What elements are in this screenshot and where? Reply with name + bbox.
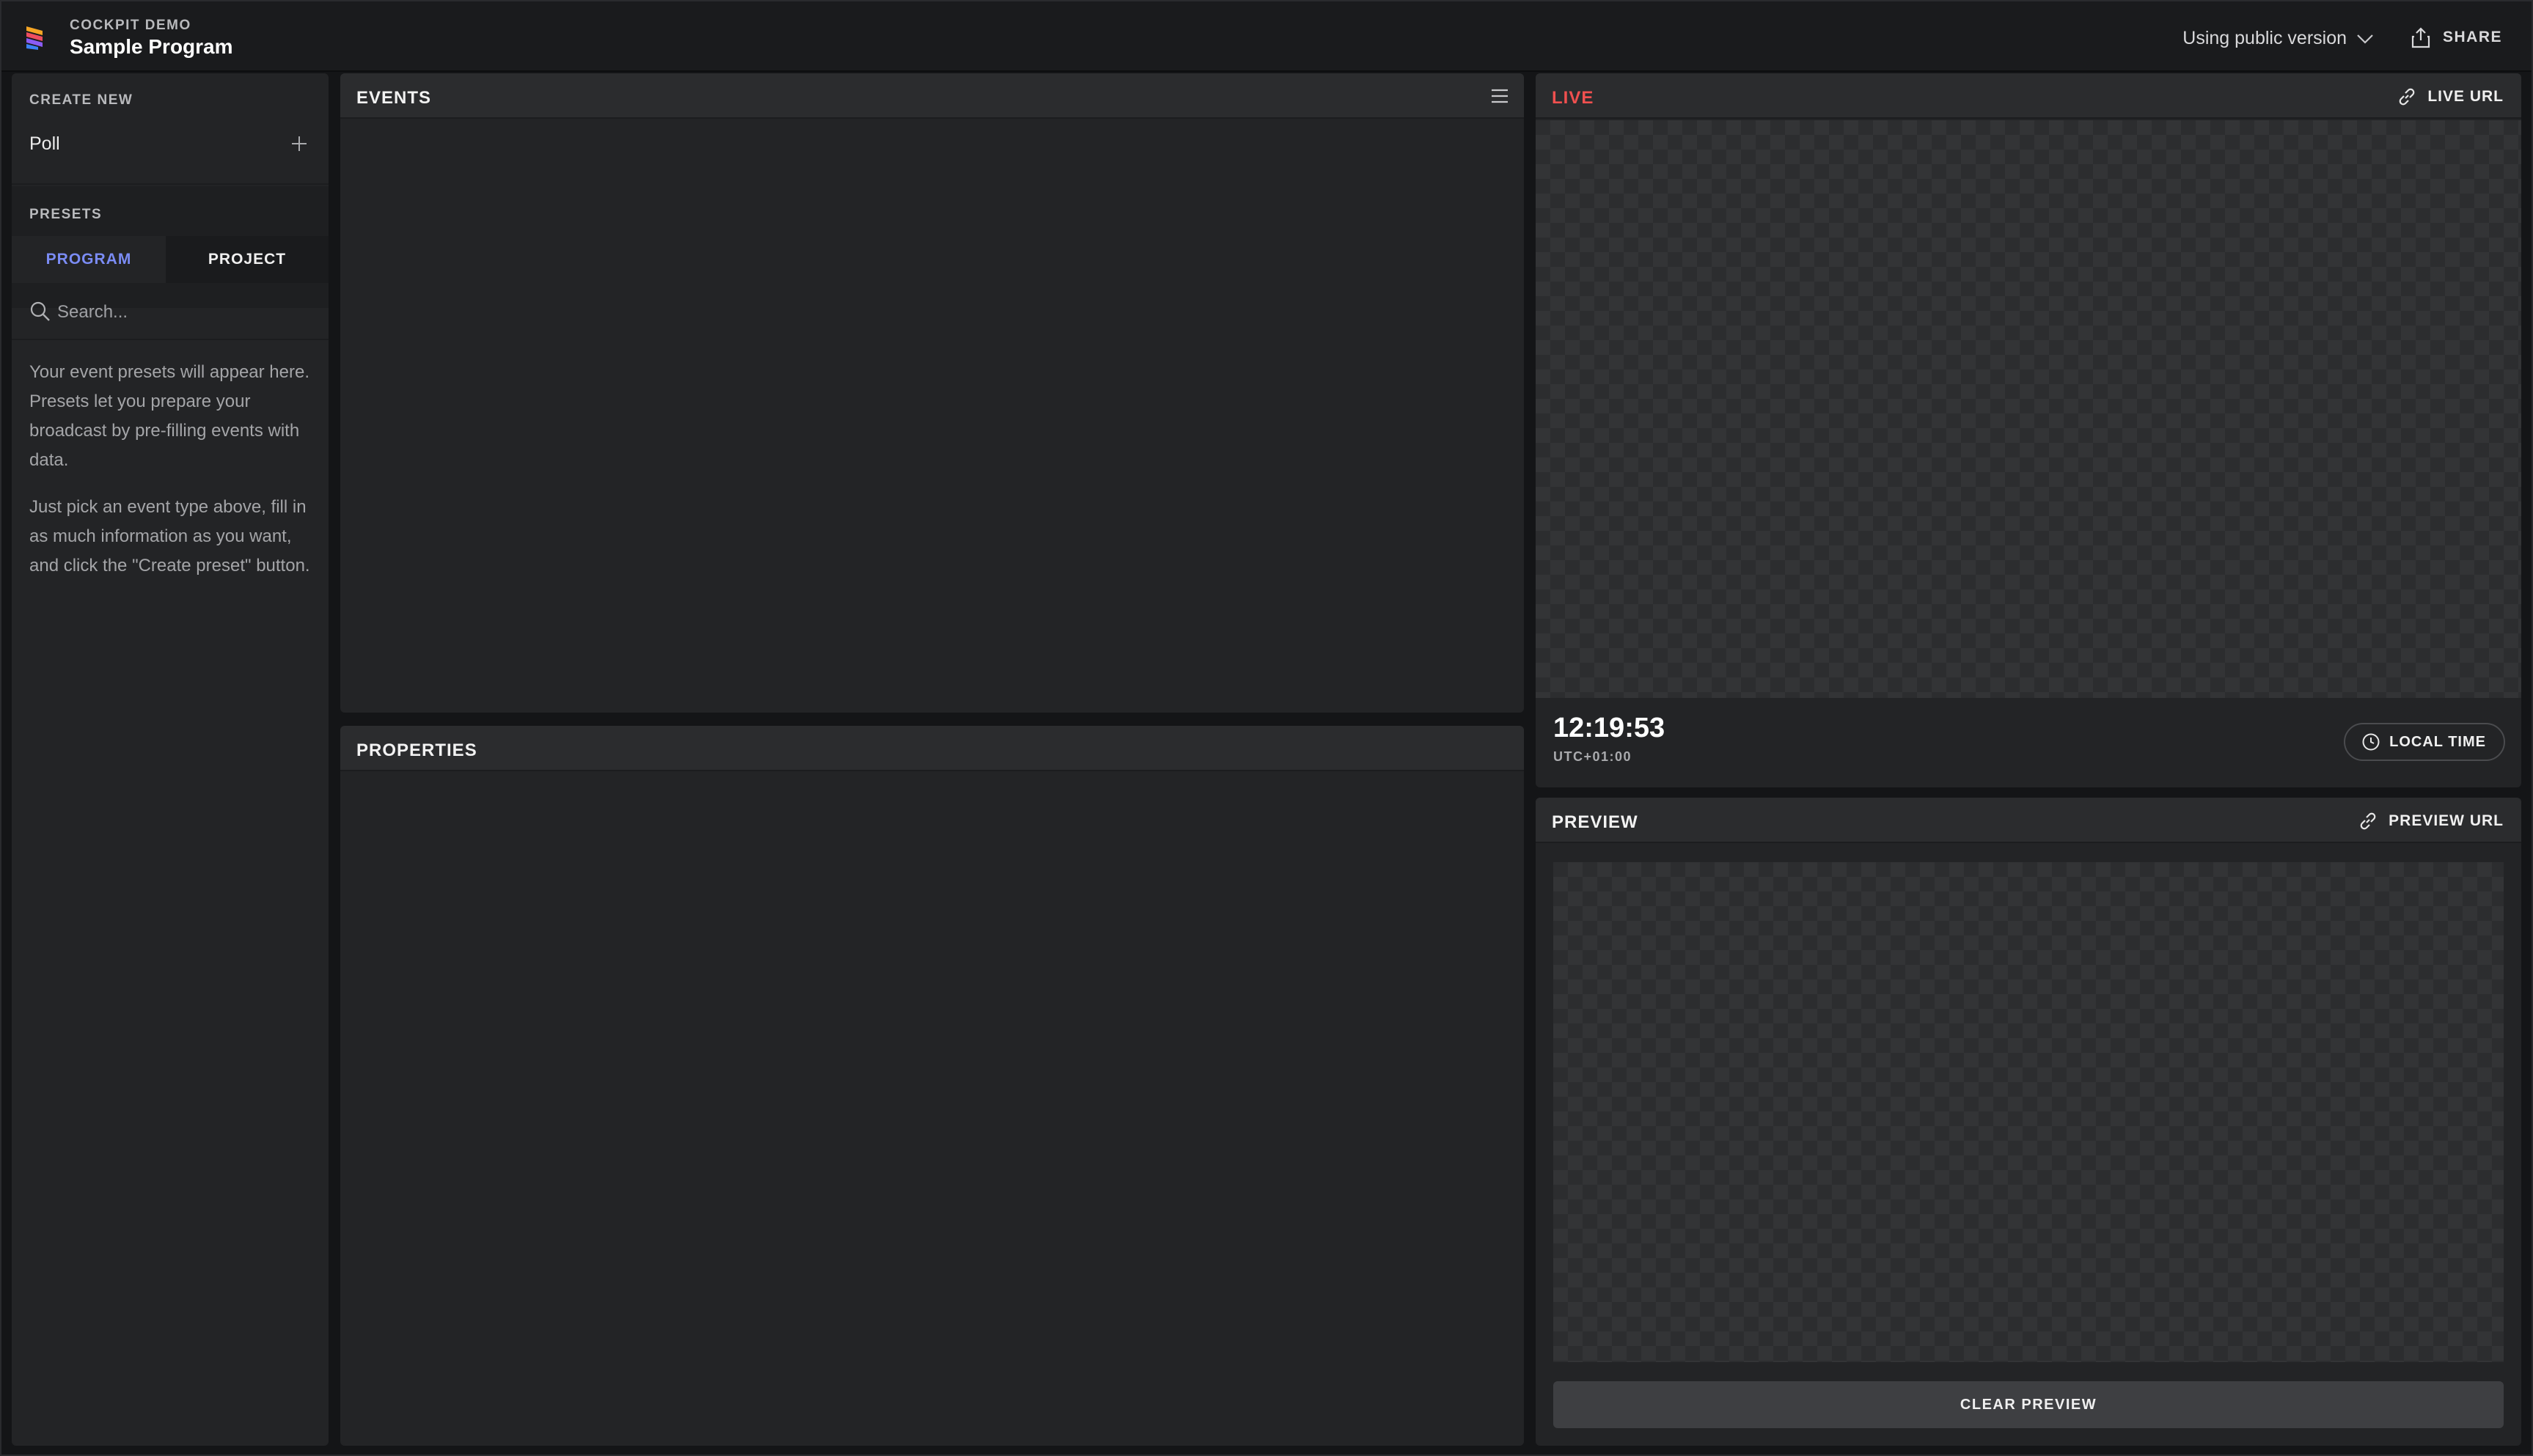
- share-button[interactable]: SHARE: [2411, 26, 2502, 48]
- create-poll-button[interactable]: Poll: [12, 120, 329, 185]
- clock-timezone: UTC+01:00: [1553, 749, 1632, 764]
- events-header: EVENTS: [340, 73, 1524, 119]
- top-header: COCKPIT DEMO Sample Program Using public…: [1, 1, 2532, 72]
- plus-icon: [292, 136, 307, 151]
- cockpit-logo-icon: [26, 26, 43, 50]
- properties-panel: PROPERTIES: [340, 726, 1524, 1446]
- live-output-canvas: [1536, 120, 2521, 698]
- preview-output-canvas: [1553, 862, 2504, 1362]
- search-input[interactable]: [57, 298, 307, 327]
- chevron-down-icon: [2357, 34, 2373, 44]
- hamburger-menu-icon[interactable]: [1489, 87, 1511, 106]
- create-item-label: Poll: [29, 133, 60, 154]
- version-selector[interactable]: Using public version: [2182, 28, 2375, 49]
- live-panel: LIVE LIVE URL 12:19:53 UTC+01:00 LOCAL T…: [1536, 73, 2521, 787]
- clock-icon: [2362, 733, 2380, 751]
- program-title: Sample Program: [70, 35, 233, 58]
- preview-url-label: PREVIEW URL: [2389, 812, 2504, 829]
- presets-label: PRESETS: [29, 207, 103, 222]
- presets-sidebar: CREATE NEW Poll PRESETS PROGRAM PROJECT …: [12, 73, 329, 1446]
- app-window: COCKPIT DEMO Sample Program Using public…: [0, 0, 2533, 1456]
- share-icon: [2411, 27, 2430, 48]
- tab-program[interactable]: PROGRAM: [12, 236, 166, 283]
- clear-preview-button[interactable]: CLEAR PREVIEW: [1553, 1381, 2504, 1428]
- local-time-label: LOCAL TIME: [2389, 733, 2486, 750]
- link-icon: [2360, 812, 2376, 830]
- preview-title: PREVIEW: [1552, 812, 1638, 832]
- presets-help-text-2: Just pick an event type above, fill in a…: [29, 497, 310, 576]
- share-label: SHARE: [2442, 29, 2502, 45]
- search-icon: [30, 301, 50, 321]
- live-url-button[interactable]: LIVE URL: [2397, 87, 2504, 107]
- live-title: LIVE: [1552, 88, 1594, 108]
- create-new-label: CREATE NEW: [29, 92, 133, 108]
- presets-tabs: PROGRAM PROJECT: [12, 236, 329, 283]
- live-header: LIVE LIVE URL: [1536, 73, 2521, 119]
- presets-help-text-1: Your event presets will appear here. Pre…: [29, 362, 310, 470]
- clock-time: 12:19:53: [1553, 713, 1665, 743]
- properties-title: PROPERTIES: [356, 740, 477, 760]
- events-panel: EVENTS: [340, 73, 1524, 713]
- live-url-label: LIVE URL: [2427, 88, 2504, 105]
- preview-panel: PREVIEW PREVIEW URL CLEAR PREVIEW: [1536, 798, 2521, 1446]
- properties-header: PROPERTIES: [340, 726, 1524, 771]
- version-label: Using public version: [2182, 28, 2347, 48]
- tab-project[interactable]: PROJECT: [166, 236, 329, 283]
- preview-header: PREVIEW PREVIEW URL: [1536, 798, 2521, 843]
- local-time-button[interactable]: LOCAL TIME: [2344, 723, 2505, 761]
- preset-search: [12, 283, 329, 340]
- link-icon: [2400, 88, 2415, 106]
- preview-url-button[interactable]: PREVIEW URL: [2358, 811, 2504, 831]
- brand-subtitle: COCKPIT DEMO: [70, 18, 191, 33]
- events-title: EVENTS: [356, 88, 432, 108]
